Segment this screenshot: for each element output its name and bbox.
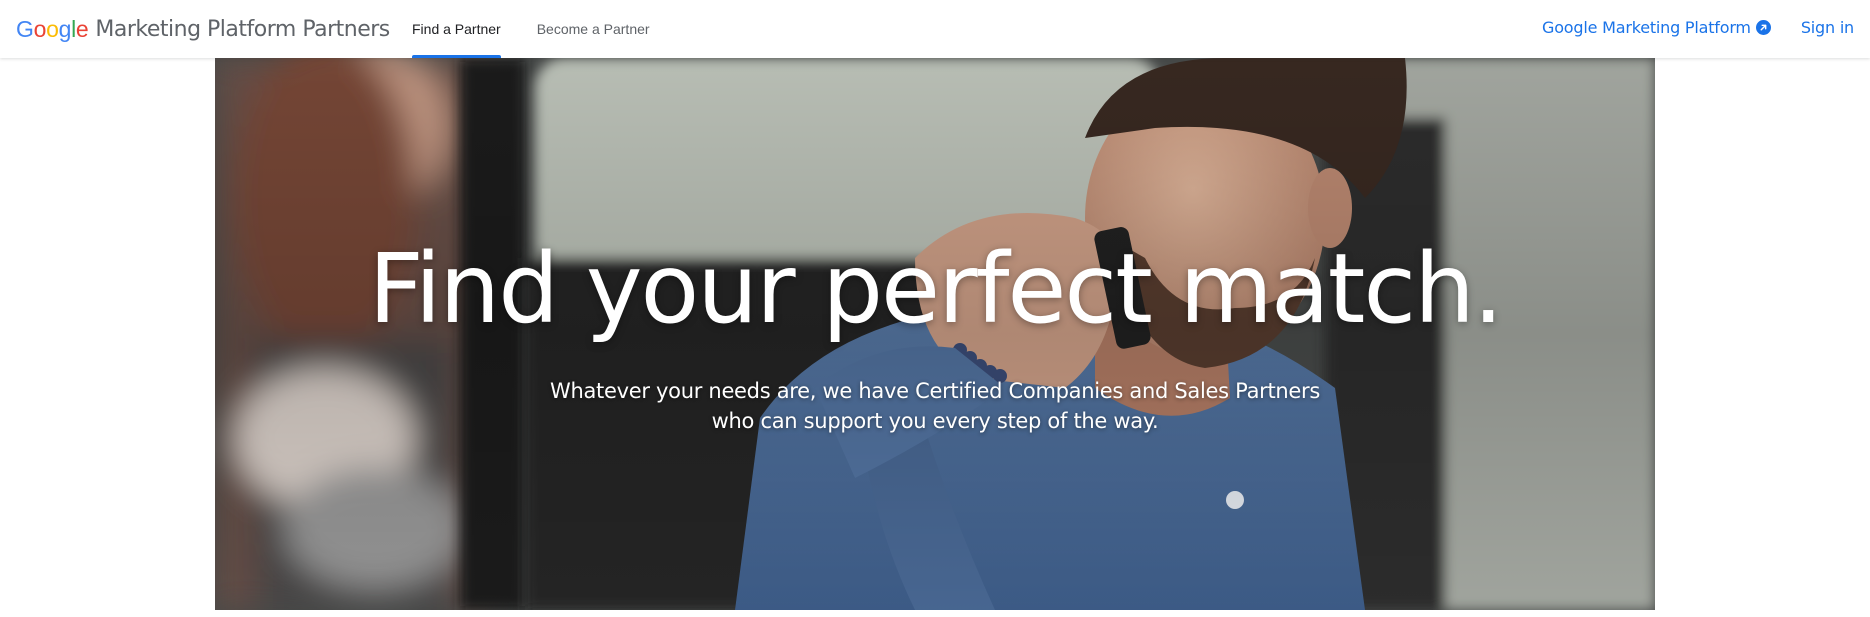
- hero-subtitle: Whatever your needs are, we have Certifi…: [515, 376, 1355, 436]
- external-link-icon: [1755, 19, 1771, 35]
- main-nav: Find a Partner Become a Partner: [400, 0, 662, 58]
- google-logo: Google: [16, 15, 89, 42]
- hero-subtitle-line-1: Whatever your needs are, we have Certifi…: [549, 379, 1321, 403]
- brand-title: Marketing Platform Partners: [95, 16, 390, 42]
- sign-in-link[interactable]: Sign in: [1801, 18, 1854, 37]
- tab-become-a-partner[interactable]: Become a Partner: [525, 0, 662, 58]
- tab-find-a-partner[interactable]: Find a Partner: [400, 0, 513, 58]
- hero-title: Find your perfect match.: [368, 233, 1504, 345]
- hero-banner: Find your perfect match. Whatever your n…: [215, 58, 1655, 610]
- gmp-link-label: Google Marketing Platform: [1542, 17, 1751, 37]
- brand[interactable]: Google Marketing Platform Partners: [16, 14, 390, 44]
- top-navigation-bar: Google Marketing Platform Partners Find …: [0, 0, 1870, 58]
- google-marketing-platform-link[interactable]: Google Marketing Platform: [1542, 18, 1771, 37]
- header-actions: Google Marketing Platform Sign in: [1542, 0, 1854, 54]
- hero-subtitle-line-2: who can support you every step of the wa…: [711, 409, 1159, 433]
